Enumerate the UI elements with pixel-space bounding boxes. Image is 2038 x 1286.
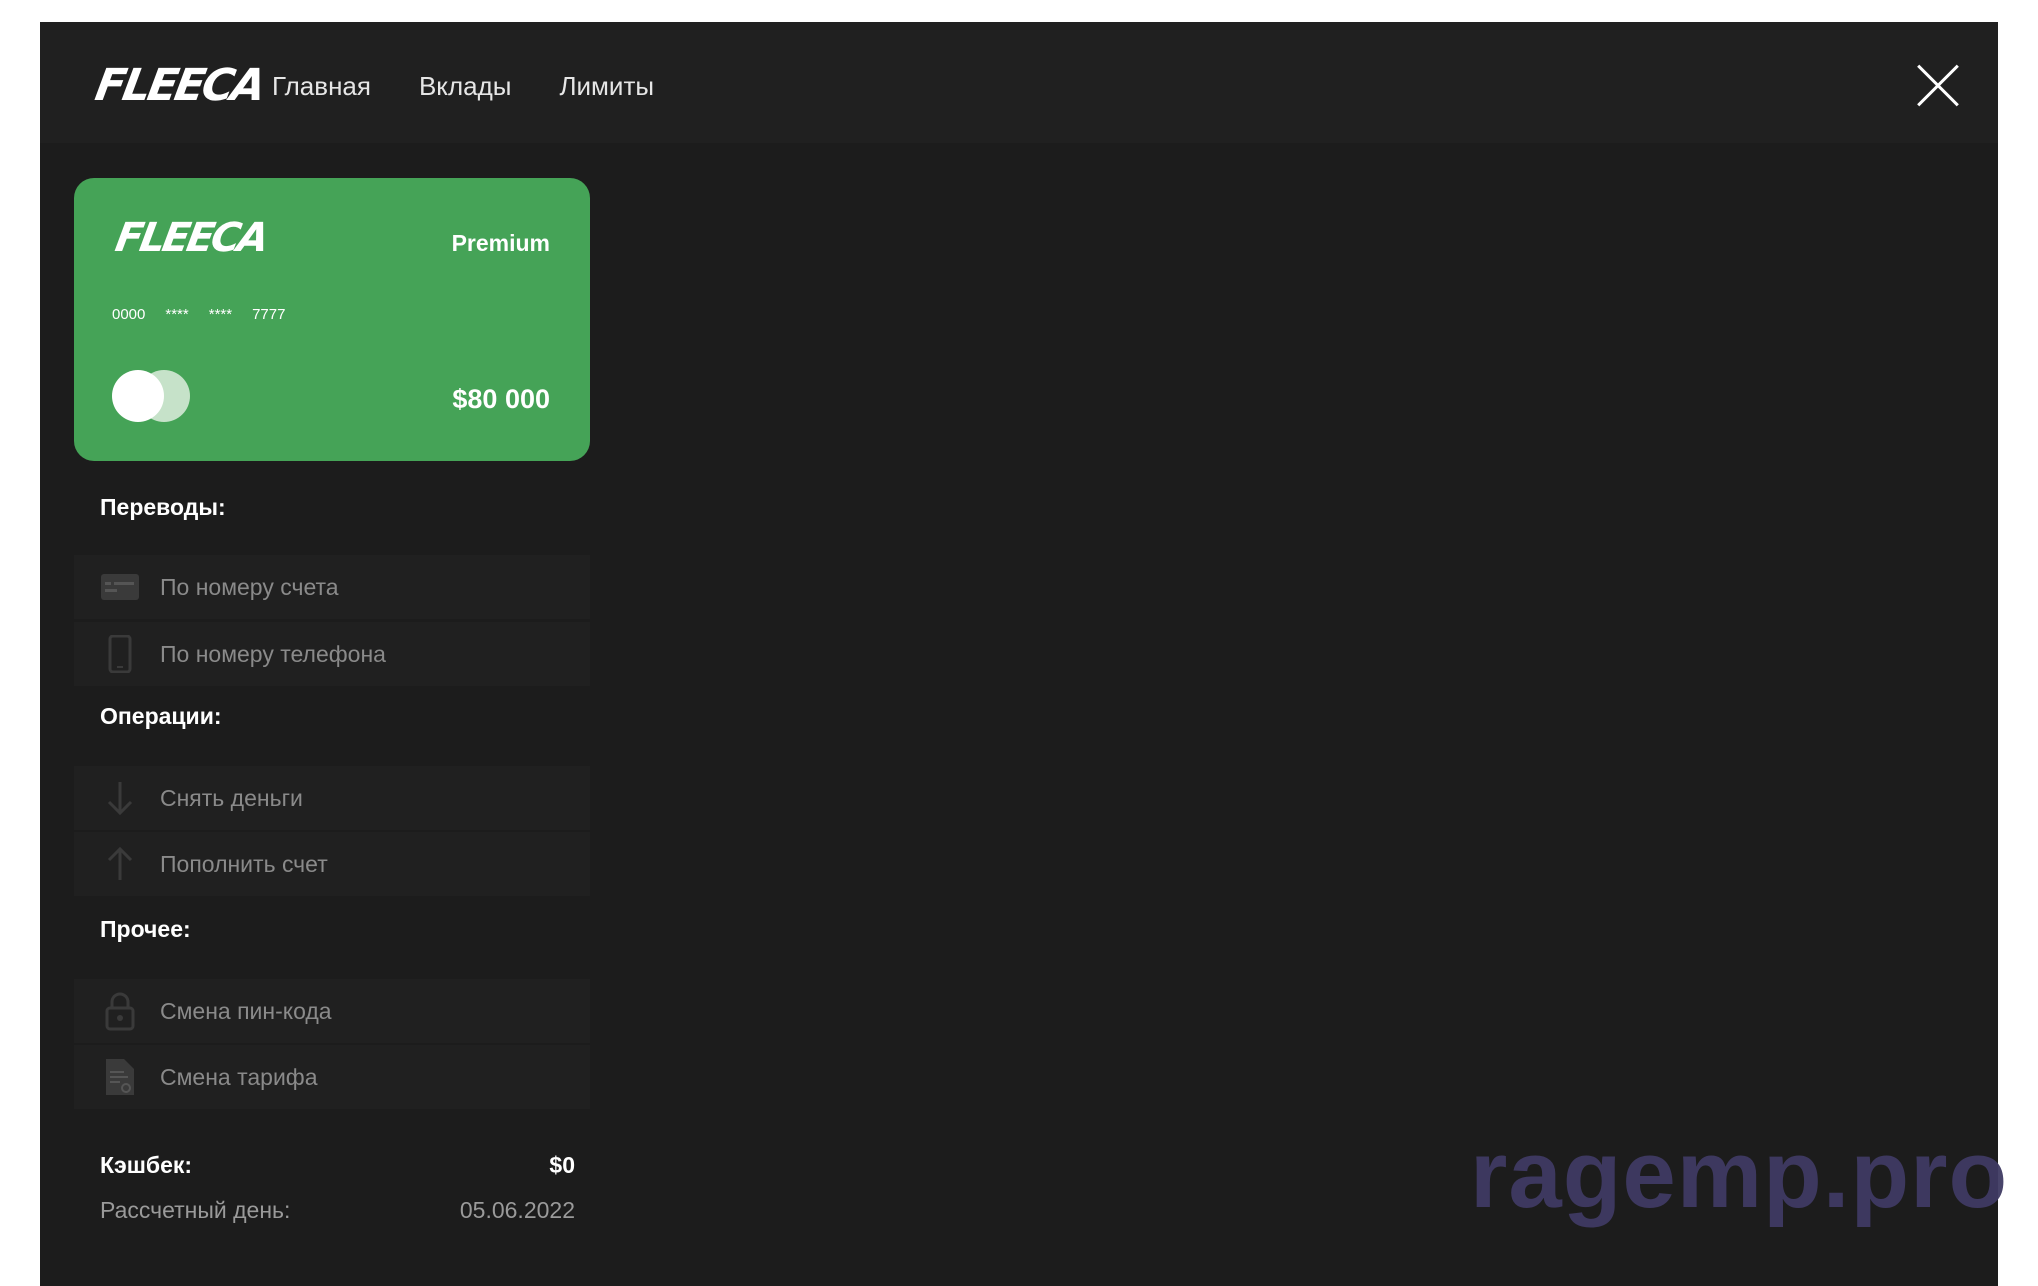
top-navigation-bar: FLEECA Главная Вклады Лимиты (40, 22, 1998, 143)
card-balance: $80 000 (452, 384, 550, 414)
bank-window: FLEECA Главная Вклады Лимиты FLEECA Prem… (40, 22, 1998, 1286)
menu-item-change-pin[interactable]: Смена пин-кода (74, 979, 590, 1043)
menu-item-transfer-by-phone[interactable]: По номеру телефона (74, 622, 590, 686)
card-circle-icon (112, 370, 164, 422)
lock-icon (98, 989, 142, 1033)
nav-limits[interactable]: Лимиты (559, 66, 654, 106)
fleeca-logo: FLEECA (91, 60, 268, 111)
nav-deposits[interactable]: Вклады (419, 66, 512, 106)
main-nav: Главная Вклады Лимиты (272, 66, 654, 106)
card-logo: FLEECA (111, 215, 270, 261)
card-number-group: **** (165, 306, 189, 323)
card-tier: Premium (451, 230, 550, 256)
menu-item-deposit[interactable]: Пополнить счет (74, 832, 590, 896)
billing-day-value: 05.06.2022 (459, 1197, 575, 1223)
section-title-other: Прочее: (100, 916, 191, 942)
menu-item-label: Снять деньги (160, 784, 303, 811)
card-number: 0000 **** **** 7777 (112, 306, 285, 323)
menu-item-label: По номеру телефона (160, 640, 386, 667)
card-icon (98, 565, 142, 609)
cashback-value: $0 (549, 1152, 575, 1178)
section-title-transfers: Переводы: (100, 494, 226, 520)
menu-item-label: Пополнить счет (160, 850, 328, 877)
cashback-label: Кэшбек: (100, 1152, 193, 1178)
menu-item-change-tariff[interactable]: Смена тарифа (74, 1045, 590, 1109)
phone-icon (98, 632, 142, 676)
arrow-down-icon (98, 776, 142, 820)
menu-item-transfer-by-account[interactable]: По номеру счета (74, 555, 590, 619)
document-icon (98, 1055, 142, 1099)
card-number-group: **** (208, 306, 233, 323)
close-icon[interactable] (1916, 64, 1960, 108)
billing-day-label: Рассчетный день: (100, 1197, 291, 1223)
menu-item-label: По номеру счета (160, 573, 339, 600)
menu-item-label: Смена тарифа (160, 1063, 318, 1090)
section-title-operations: Операции: (100, 703, 222, 729)
menu-item-label: Смена пин-кода (160, 997, 332, 1024)
watermark: ragemp.pro (1470, 1121, 2009, 1228)
card-number-group: 7777 (252, 306, 286, 323)
nav-home[interactable]: Главная (272, 66, 371, 106)
bank-card: FLEECA Premium 0000 **** **** 7777 $80 0… (74, 178, 590, 461)
arrow-up-icon (98, 842, 142, 886)
menu-item-withdraw[interactable]: Снять деньги (74, 766, 590, 830)
card-number-group: 0000 (112, 306, 146, 323)
